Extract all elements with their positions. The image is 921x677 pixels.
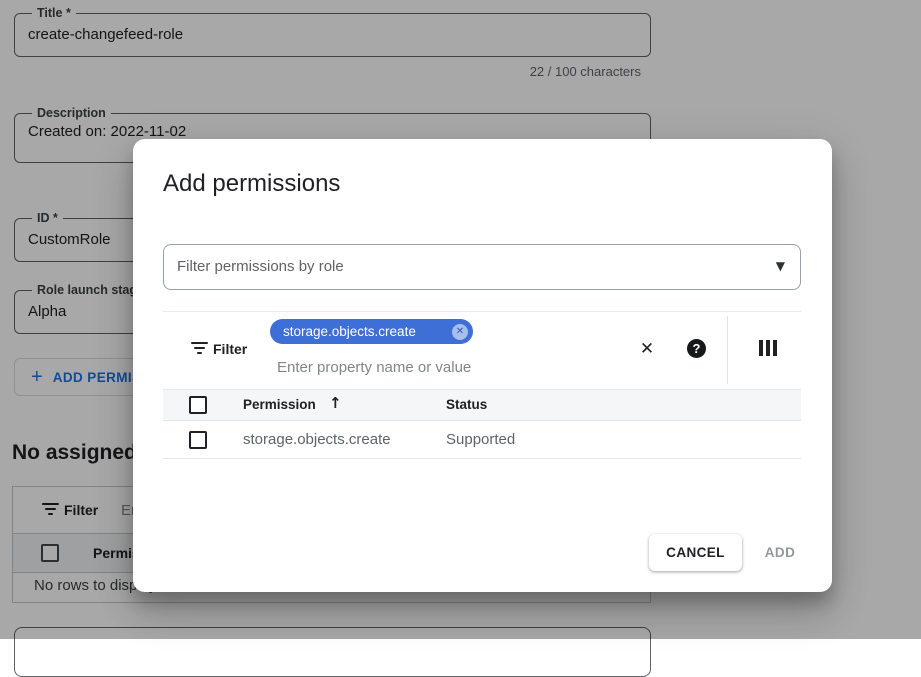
- chevron-down-icon: ▼: [776, 259, 785, 273]
- dialog-filter-input[interactable]: [275, 354, 609, 380]
- dialog-title: Add permissions: [163, 170, 340, 198]
- table-row[interactable]: storage.objects.create Supported: [163, 421, 801, 459]
- chip-remove-icon[interactable]: ✕: [452, 324, 468, 340]
- sort-ascending-icon[interactable]: ↑: [329, 394, 342, 412]
- role-filter-dropdown[interactable]: Filter permissions by role ▼: [163, 244, 801, 290]
- row-checkbox[interactable]: [189, 431, 207, 449]
- help-icon[interactable]: ?: [687, 339, 706, 358]
- role-filter-dropdown-value: Filter permissions by role: [177, 245, 344, 289]
- add-button[interactable]: ADD: [751, 534, 809, 571]
- column-display-icon[interactable]: [759, 340, 777, 356]
- filter-icon: [190, 342, 208, 354]
- add-permissions-dialog: Add permissions Filter permissions by ro…: [133, 139, 832, 592]
- permission-column-header[interactable]: Permission: [243, 397, 316, 412]
- filter-chip[interactable]: storage.objects.create ✕: [270, 319, 473, 344]
- toolbar-divider: [163, 311, 801, 312]
- filter-chip-label: storage.objects.create: [283, 324, 416, 339]
- status-column-header: Status: [446, 397, 487, 412]
- select-all-checkbox[interactable]: [189, 396, 207, 414]
- dialog-filter-label: Filter: [213, 341, 247, 357]
- row-status-cell: Supported: [446, 421, 515, 458]
- row-permission-cell: storage.objects.create: [243, 421, 391, 458]
- dialog-table-header: Permission ↑ Status: [163, 389, 801, 421]
- cancel-button[interactable]: CANCEL: [649, 534, 742, 571]
- toolbar-vertical-divider: [727, 316, 728, 384]
- clear-filters-icon[interactable]: ✕: [636, 338, 658, 360]
